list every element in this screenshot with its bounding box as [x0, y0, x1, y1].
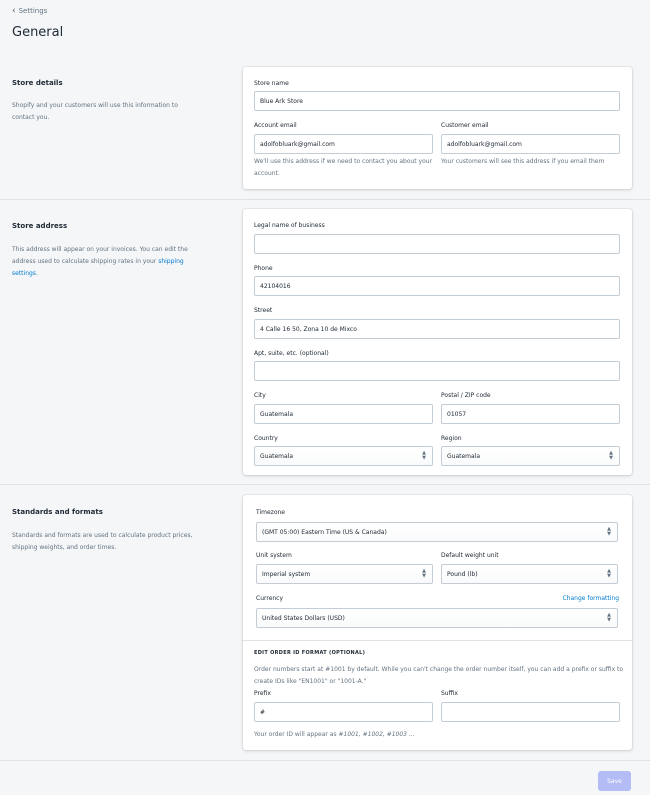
timezone-select-value: (GMT 05:00) Eastern Time (US & Canada)	[262, 528, 387, 536]
prefix-label: Prefix	[254, 690, 271, 697]
order-id-format-title: EDIT ORDER ID FORMAT (OPTIONAL)	[254, 650, 366, 656]
timezone-label: Timezone	[256, 509, 285, 516]
store-address-card: Legal name of business Phone 42104016 St…	[243, 209, 632, 475]
account-email-input[interactable]: adolfobluark@gmail.com	[254, 134, 433, 154]
store-details-description: Shopify and your customers will use this…	[12, 102, 178, 121]
street-label: Street	[254, 307, 273, 314]
standards-description: Standards and formats are used to calcul…	[12, 532, 193, 551]
country-select[interactable]: Guatemala ▲ ▼	[254, 446, 433, 466]
weight-unit-select[interactable]: Pound (lb) ▲ ▼	[441, 564, 618, 584]
account-email-help: We'll use this address if we need to con…	[254, 158, 433, 177]
region-select-value: Guatemala	[447, 452, 481, 460]
save-button[interactable]: Save	[598, 771, 631, 791]
order-id-preview-examples: #1001, #1002, #1003 ...	[338, 731, 415, 738]
unit-system-select-value: Imperial system	[262, 570, 311, 578]
unit-system-select[interactable]: Imperial system ▲ ▼	[256, 564, 433, 584]
order-id-preview-text: Your order ID will appear as	[254, 731, 339, 738]
store-details-title: Store details	[12, 79, 63, 87]
breadcrumb-label: Settings	[18, 7, 48, 15]
suffix-input[interactable]	[441, 702, 620, 722]
phone-input[interactable]: 42104016	[254, 276, 620, 296]
standards-card: Timezone (GMT 05:00) Eastern Time (US & …	[243, 495, 632, 750]
postal-code-label: Postal / ZIP code	[441, 392, 491, 399]
street-input[interactable]: 4 Calle 16 50, Zona 10 de Mixco	[254, 319, 620, 339]
region-label: Region	[441, 435, 462, 442]
apt-input[interactable]	[254, 361, 620, 381]
country-select-value: Guatemala	[260, 452, 294, 460]
back-to-settings-link[interactable]: ‹ Settings	[12, 5, 48, 16]
postal-code-input[interactable]: 01057	[441, 404, 620, 424]
page-title: General	[12, 25, 64, 40]
customer-email-help: Your customers will see this address if …	[441, 158, 605, 165]
prefix-input[interactable]: #	[254, 702, 433, 722]
currency-label: Currency	[256, 595, 284, 602]
weight-unit-label: Default weight unit	[441, 552, 499, 559]
phone-label: Phone	[254, 265, 273, 272]
suffix-label: Suffix	[441, 690, 458, 697]
timezone-select[interactable]: (GMT 05:00) Eastern Time (US & Canada) ▲…	[256, 522, 618, 542]
card-section-divider	[243, 640, 632, 641]
select-arrows-icon: ▲ ▼	[607, 612, 611, 623]
order-id-preview: Your order ID will appear as #1001, #100…	[254, 729, 624, 741]
store-details-card: Store name Blue Ark Store Account email …	[243, 67, 632, 189]
weight-unit-select-value: Pound (lb)	[447, 570, 478, 578]
order-id-help: Order numbers start at #1001 by default.…	[254, 666, 624, 685]
store-address-description-end: .	[35, 270, 38, 277]
city-label: City	[254, 392, 266, 399]
section-divider	[0, 484, 650, 485]
select-arrows-icon: ▲ ▼	[607, 568, 611, 579]
section-divider	[0, 760, 650, 761]
chevron-left-icon: ‹	[12, 5, 16, 16]
account-email-label: Account email	[254, 122, 297, 129]
select-arrows-icon: ▲ ▼	[422, 450, 426, 461]
customer-email-input[interactable]: adolfobluark@gmail.com	[441, 134, 620, 154]
city-input[interactable]: Guatemala	[254, 404, 433, 424]
store-address-title: Store address	[12, 222, 68, 230]
legal-name-label: Legal name of business	[254, 222, 325, 229]
select-arrows-icon: ▲ ▼	[609, 450, 613, 461]
customer-email-label: Customer email	[441, 122, 489, 129]
legal-name-input[interactable]	[254, 234, 620, 254]
currency-select-value: United States Dollars (USD)	[262, 614, 345, 622]
region-select[interactable]: Guatemala ▲ ▼	[441, 446, 620, 466]
section-divider	[0, 199, 650, 200]
standards-title: Standards and formats	[12, 508, 103, 516]
store-name-input[interactable]: Blue Ark Store	[254, 91, 620, 111]
currency-select[interactable]: United States Dollars (USD) ▲ ▼	[256, 608, 618, 628]
country-label: Country	[254, 435, 278, 442]
store-address-description: This address will appear on your invoice…	[12, 244, 202, 280]
store-name-label: Store name	[254, 80, 289, 87]
change-formatting-link[interactable]: Change formatting	[562, 595, 619, 602]
unit-system-label: Unit system	[256, 552, 292, 559]
select-arrows-icon: ▲ ▼	[607, 526, 611, 537]
apt-label: Apt, suite, etc. (optional)	[254, 350, 329, 357]
select-arrows-icon: ▲ ▼	[422, 568, 426, 579]
